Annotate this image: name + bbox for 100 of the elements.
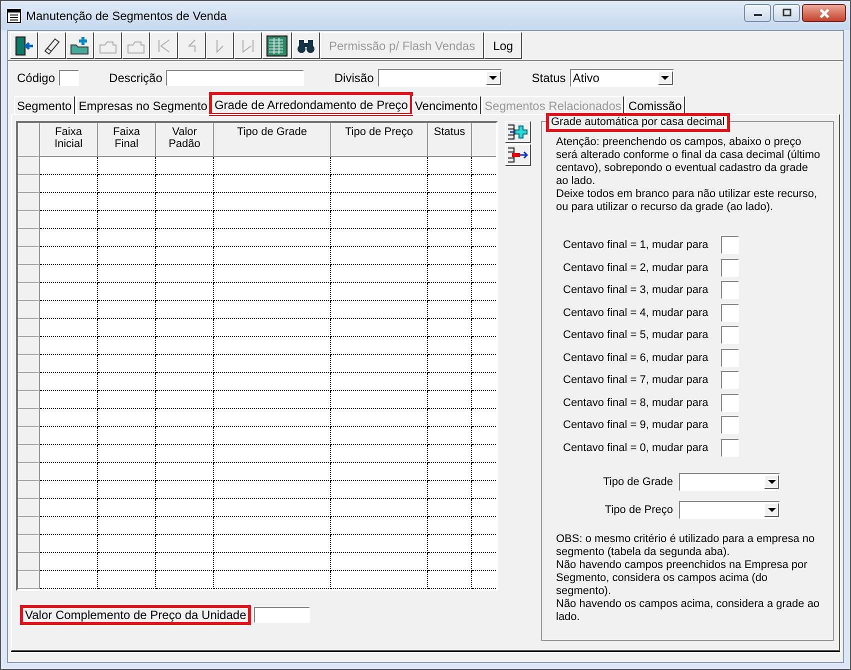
- grid-cell[interactable]: [428, 229, 472, 247]
- grid-cell[interactable]: [331, 157, 428, 175]
- grid-cell[interactable]: [428, 211, 472, 229]
- type-dropdown[interactable]: [679, 501, 780, 519]
- grid-cell[interactable]: [428, 499, 472, 517]
- grid-cell[interactable]: [156, 409, 214, 427]
- grid-cell[interactable]: [40, 571, 98, 589]
- grid-cell[interactable]: [214, 337, 331, 355]
- grid-cell[interactable]: [214, 427, 331, 445]
- grid-cell[interactable]: [40, 211, 98, 229]
- grid-cell[interactable]: [98, 445, 156, 463]
- grid-cell[interactable]: [428, 463, 472, 481]
- grid-cell[interactable]: [428, 535, 472, 553]
- grid-cell[interactable]: [156, 517, 214, 535]
- grid-cell[interactable]: [331, 211, 428, 229]
- grid-cell[interactable]: [98, 517, 156, 535]
- grid-cell[interactable]: [214, 157, 331, 175]
- grid-cell[interactable]: [214, 409, 331, 427]
- tab[interactable]: Empresas no Segmento: [76, 96, 210, 114]
- cent-field[interactable]: [721, 326, 739, 344]
- grid-cell[interactable]: [331, 427, 428, 445]
- grid-cell[interactable]: [428, 553, 472, 571]
- grid-cell[interactable]: [40, 247, 98, 265]
- grid-cell[interactable]: [98, 229, 156, 247]
- grid-cell[interactable]: [156, 319, 214, 337]
- grid-cell[interactable]: [331, 301, 428, 319]
- status-dropdown[interactable]: Ativo: [570, 69, 674, 87]
- grid-cell[interactable]: [428, 427, 472, 445]
- grid-cell[interactable]: [40, 373, 98, 391]
- tab[interactable]: Vencimento: [412, 96, 481, 114]
- column-header[interactable]: Faixa Final: [98, 123, 156, 157]
- grid-cell[interactable]: [428, 373, 472, 391]
- minimize-button[interactable]: [744, 4, 771, 22]
- cent-field[interactable]: [721, 394, 739, 412]
- toolbar-button[interactable]: [38, 32, 66, 59]
- grid-cell[interactable]: [40, 499, 98, 517]
- grid-row-button[interactable]: [505, 121, 531, 143]
- grid-cell[interactable]: [156, 211, 214, 229]
- grid-cell[interactable]: [156, 265, 214, 283]
- grid-cell[interactable]: [156, 193, 214, 211]
- grid-cell[interactable]: [428, 319, 472, 337]
- grid-cell[interactable]: [98, 373, 156, 391]
- grid-cell[interactable]: [156, 553, 214, 571]
- grid-cell[interactable]: [428, 571, 472, 589]
- grid-cell[interactable]: [40, 337, 98, 355]
- cent-field[interactable]: [721, 258, 739, 277]
- grid-cell[interactable]: [331, 229, 428, 247]
- grid-cell[interactable]: [40, 463, 98, 481]
- complement-value-field[interactable]: [254, 607, 310, 623]
- column-header[interactable]: Tipo de Grade: [214, 123, 331, 157]
- grid-cell[interactable]: [214, 571, 331, 589]
- grid-cell[interactable]: [40, 391, 98, 409]
- grid-cell[interactable]: [331, 265, 428, 283]
- grid-cell[interactable]: [214, 499, 331, 517]
- cent-field[interactable]: [721, 281, 739, 300]
- grid-cell[interactable]: [331, 445, 428, 463]
- grid-cell[interactable]: [98, 157, 156, 175]
- grid-cell[interactable]: [98, 283, 156, 301]
- grid-cell[interactable]: [331, 283, 428, 301]
- grid-cell[interactable]: [40, 409, 98, 427]
- grid-cell[interactable]: [428, 193, 472, 211]
- grid-cell[interactable]: [331, 517, 428, 535]
- grid-cell[interactable]: [214, 193, 331, 211]
- grid-cell[interactable]: [331, 247, 428, 265]
- grid-cell[interactable]: [428, 355, 472, 373]
- cent-field[interactable]: [721, 304, 739, 322]
- grid-cell[interactable]: [40, 535, 98, 553]
- grid-cell[interactable]: [428, 445, 472, 463]
- grid-cell[interactable]: [428, 337, 472, 355]
- toolbar-button[interactable]: [10, 32, 38, 59]
- toolbar-button[interactable]: Log: [484, 32, 522, 59]
- grid-cell[interactable]: [156, 301, 214, 319]
- grid-cell[interactable]: [40, 445, 98, 463]
- grid-cell[interactable]: [331, 499, 428, 517]
- grid-cell[interactable]: [214, 517, 331, 535]
- grid-cell[interactable]: [156, 247, 214, 265]
- column-header[interactable]: Tipo de Preço: [331, 123, 428, 157]
- grid-cell[interactable]: [214, 553, 331, 571]
- cent-field[interactable]: [721, 438, 739, 457]
- grid-cell[interactable]: [214, 283, 331, 301]
- grid-cell[interactable]: [214, 175, 331, 193]
- grid-cell[interactable]: [428, 301, 472, 319]
- grid-cell[interactable]: [214, 535, 331, 553]
- grid-cell[interactable]: [428, 265, 472, 283]
- tab[interactable]: Comissão: [625, 96, 685, 114]
- grid-cell[interactable]: [40, 517, 98, 535]
- grid-cell[interactable]: [331, 409, 428, 427]
- type-dropdown[interactable]: [679, 473, 780, 491]
- grid-cell[interactable]: [98, 571, 156, 589]
- grid-cell[interactable]: [428, 157, 472, 175]
- maximize-button[interactable]: [773, 4, 800, 22]
- grid-cell[interactable]: [214, 373, 331, 391]
- toolbar-button[interactable]: [292, 32, 320, 59]
- grid-cell[interactable]: [331, 355, 428, 373]
- grid-cell[interactable]: [98, 553, 156, 571]
- cent-field[interactable]: [721, 371, 739, 390]
- grid-cell[interactable]: [156, 463, 214, 481]
- description-field[interactable]: [166, 70, 304, 86]
- grid-cell[interactable]: [40, 553, 98, 571]
- grid-cell[interactable]: [156, 283, 214, 301]
